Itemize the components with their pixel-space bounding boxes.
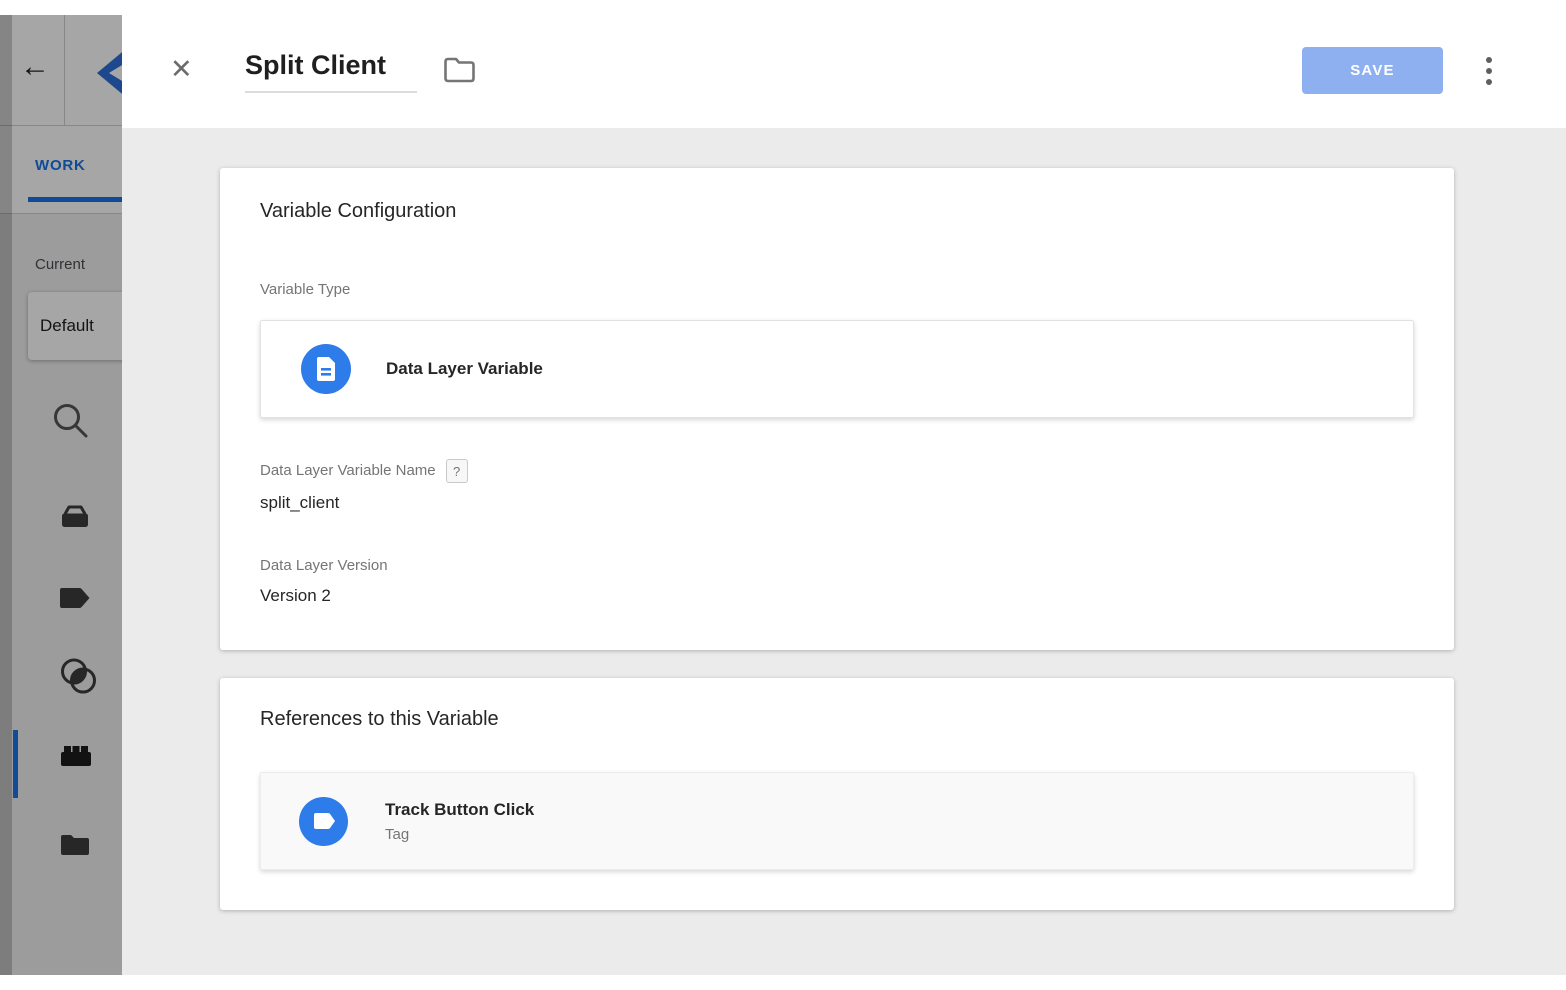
variable-editor-panel: ✕ Split Client SAVE Variable Configurati… [122, 0, 1566, 975]
reference-row[interactable]: Track Button Click Tag [260, 772, 1414, 870]
save-button[interactable]: SAVE [1302, 47, 1443, 94]
data-layer-variable-name-label: Data Layer Variable Name [260, 461, 436, 481]
variable-type-name: Data Layer Variable [386, 359, 543, 379]
help-icon[interactable]: ? [446, 459, 468, 483]
reference-title: Track Button Click [385, 799, 534, 820]
variable-title: Split Client [245, 50, 386, 80]
variable-title-field[interactable]: Split Client [245, 50, 417, 93]
app-window: ← WORK Current Default [0, 0, 1566, 990]
more-options-icon[interactable] [1486, 57, 1492, 85]
close-icon[interactable]: ✕ [170, 54, 193, 84]
data-layer-version-value: Version 2 [260, 585, 1414, 607]
editor-header: ✕ Split Client SAVE [122, 0, 1566, 128]
data-layer-version-label: Data Layer Version [260, 556, 1414, 576]
reference-subtitle: Tag [385, 825, 534, 844]
editor-content: Variable Configuration Variable Type Dat… [122, 128, 1566, 975]
variable-configuration-card: Variable Configuration Variable Type Dat… [220, 168, 1454, 650]
card-heading: References to this Variable [260, 678, 1414, 732]
variable-type-label: Variable Type [260, 280, 1414, 300]
data-layer-variable-name-value: split_client [260, 492, 1414, 514]
references-card: References to this Variable Track Button… [220, 678, 1454, 910]
folder-icon[interactable] [442, 56, 476, 84]
card-heading: Variable Configuration [260, 168, 1414, 224]
tag-icon [299, 797, 348, 846]
bottom-strip [0, 975, 1566, 990]
data-layer-variable-icon [301, 344, 351, 394]
variable-type-row[interactable]: Data Layer Variable [260, 320, 1414, 418]
reference-text: Track Button Click Tag [385, 799, 534, 844]
